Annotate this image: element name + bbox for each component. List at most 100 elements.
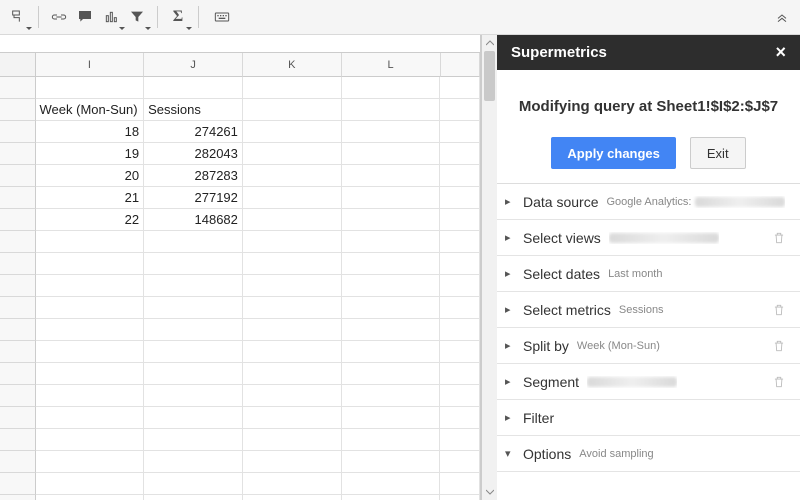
cell[interactable] <box>342 99 441 121</box>
cell[interactable] <box>440 297 480 319</box>
cell[interactable] <box>342 121 441 143</box>
filter-button[interactable] <box>125 5 149 29</box>
cell[interactable] <box>243 451 342 473</box>
row-header[interactable] <box>0 341 36 363</box>
section-segment[interactable]: ▸Segment <box>497 364 800 400</box>
cell[interactable] <box>342 451 441 473</box>
exit-button[interactable]: Exit <box>690 137 746 169</box>
cell[interactable] <box>243 297 342 319</box>
cell[interactable] <box>144 231 243 253</box>
collapse-toolbar-button[interactable] <box>770 5 794 29</box>
cell[interactable] <box>440 253 480 275</box>
apply-changes-button[interactable]: Apply changes <box>551 137 675 169</box>
cell[interactable] <box>144 275 243 297</box>
cell[interactable]: Week (Mon-Sun) <box>36 99 145 121</box>
cell[interactable] <box>243 429 342 451</box>
cell[interactable] <box>440 341 480 363</box>
section-filter[interactable]: ▸Filter <box>497 400 800 436</box>
keyboard-button[interactable] <box>207 5 237 29</box>
formula-bar-placeholder[interactable] <box>0 35 480 53</box>
row-header[interactable] <box>0 77 36 99</box>
cell[interactable] <box>342 407 441 429</box>
panel-close-button[interactable]: × <box>775 42 786 63</box>
cell[interactable] <box>144 385 243 407</box>
column-header[interactable]: K <box>243 53 342 77</box>
scroll-thumb[interactable] <box>484 51 495 101</box>
cell[interactable] <box>36 495 145 500</box>
cell[interactable]: 274261 <box>144 121 243 143</box>
cell[interactable] <box>342 341 441 363</box>
row-header[interactable] <box>0 187 36 209</box>
trash-icon[interactable] <box>772 303 786 317</box>
cell[interactable] <box>440 143 480 165</box>
cell[interactable] <box>440 495 480 500</box>
cell[interactable] <box>440 319 480 341</box>
cell[interactable] <box>243 209 342 231</box>
cell[interactable] <box>144 429 243 451</box>
cell[interactable] <box>144 77 243 99</box>
cell[interactable] <box>144 341 243 363</box>
cell[interactable] <box>144 363 243 385</box>
cell[interactable]: 18 <box>36 121 145 143</box>
row-header[interactable] <box>0 121 36 143</box>
cell[interactable] <box>342 143 441 165</box>
column-header[interactable] <box>441 53 481 77</box>
cell[interactable] <box>440 99 480 121</box>
cell[interactable]: 148682 <box>144 209 243 231</box>
cell[interactable] <box>342 385 441 407</box>
cell[interactable]: 282043 <box>144 143 243 165</box>
cell[interactable] <box>440 451 480 473</box>
cell[interactable] <box>144 297 243 319</box>
cell[interactable] <box>243 121 342 143</box>
section-options[interactable]: ▾OptionsAvoid sampling <box>497 436 800 472</box>
cell[interactable] <box>243 495 342 500</box>
trash-icon[interactable] <box>772 231 786 245</box>
scroll-track[interactable] <box>482 51 497 484</box>
row-header[interactable] <box>0 275 36 297</box>
row-header[interactable] <box>0 143 36 165</box>
cell[interactable] <box>440 473 480 495</box>
paint-format-button[interactable] <box>6 5 30 29</box>
cell[interactable] <box>440 363 480 385</box>
cell[interactable] <box>440 275 480 297</box>
section-select-metrics[interactable]: ▸Select metricsSessions <box>497 292 800 328</box>
cell[interactable] <box>36 231 145 253</box>
row-header[interactable] <box>0 297 36 319</box>
functions-button[interactable]: Σ <box>166 5 190 29</box>
select-all-cell[interactable] <box>0 53 36 77</box>
vertical-scrollbar[interactable] <box>481 35 497 500</box>
cell[interactable] <box>243 407 342 429</box>
cell[interactable] <box>342 297 441 319</box>
cell[interactable] <box>144 473 243 495</box>
cell[interactable] <box>36 341 145 363</box>
cell[interactable] <box>440 121 480 143</box>
cell[interactable] <box>36 407 145 429</box>
row-header[interactable] <box>0 473 36 495</box>
cell[interactable]: Sessions <box>144 99 243 121</box>
cell[interactable] <box>243 385 342 407</box>
cell[interactable] <box>440 77 480 99</box>
cell[interactable] <box>36 429 145 451</box>
cell[interactable]: 21 <box>36 187 145 209</box>
cell[interactable] <box>144 451 243 473</box>
column-header[interactable]: L <box>342 53 441 77</box>
cell[interactable] <box>36 77 145 99</box>
cell[interactable]: 20 <box>36 165 145 187</box>
cell[interactable] <box>144 319 243 341</box>
cell[interactable] <box>36 253 145 275</box>
cell[interactable] <box>36 473 145 495</box>
row-header[interactable] <box>0 253 36 275</box>
cell[interactable] <box>342 187 441 209</box>
cell[interactable] <box>243 319 342 341</box>
cell[interactable] <box>36 275 145 297</box>
row-header[interactable] <box>0 407 36 429</box>
cell[interactable] <box>243 341 342 363</box>
cell[interactable] <box>243 77 342 99</box>
row-header[interactable] <box>0 495 36 500</box>
cell[interactable] <box>243 363 342 385</box>
cell[interactable] <box>243 99 342 121</box>
trash-icon[interactable] <box>772 375 786 389</box>
cell[interactable] <box>440 165 480 187</box>
cell[interactable] <box>243 143 342 165</box>
cell[interactable] <box>342 77 441 99</box>
